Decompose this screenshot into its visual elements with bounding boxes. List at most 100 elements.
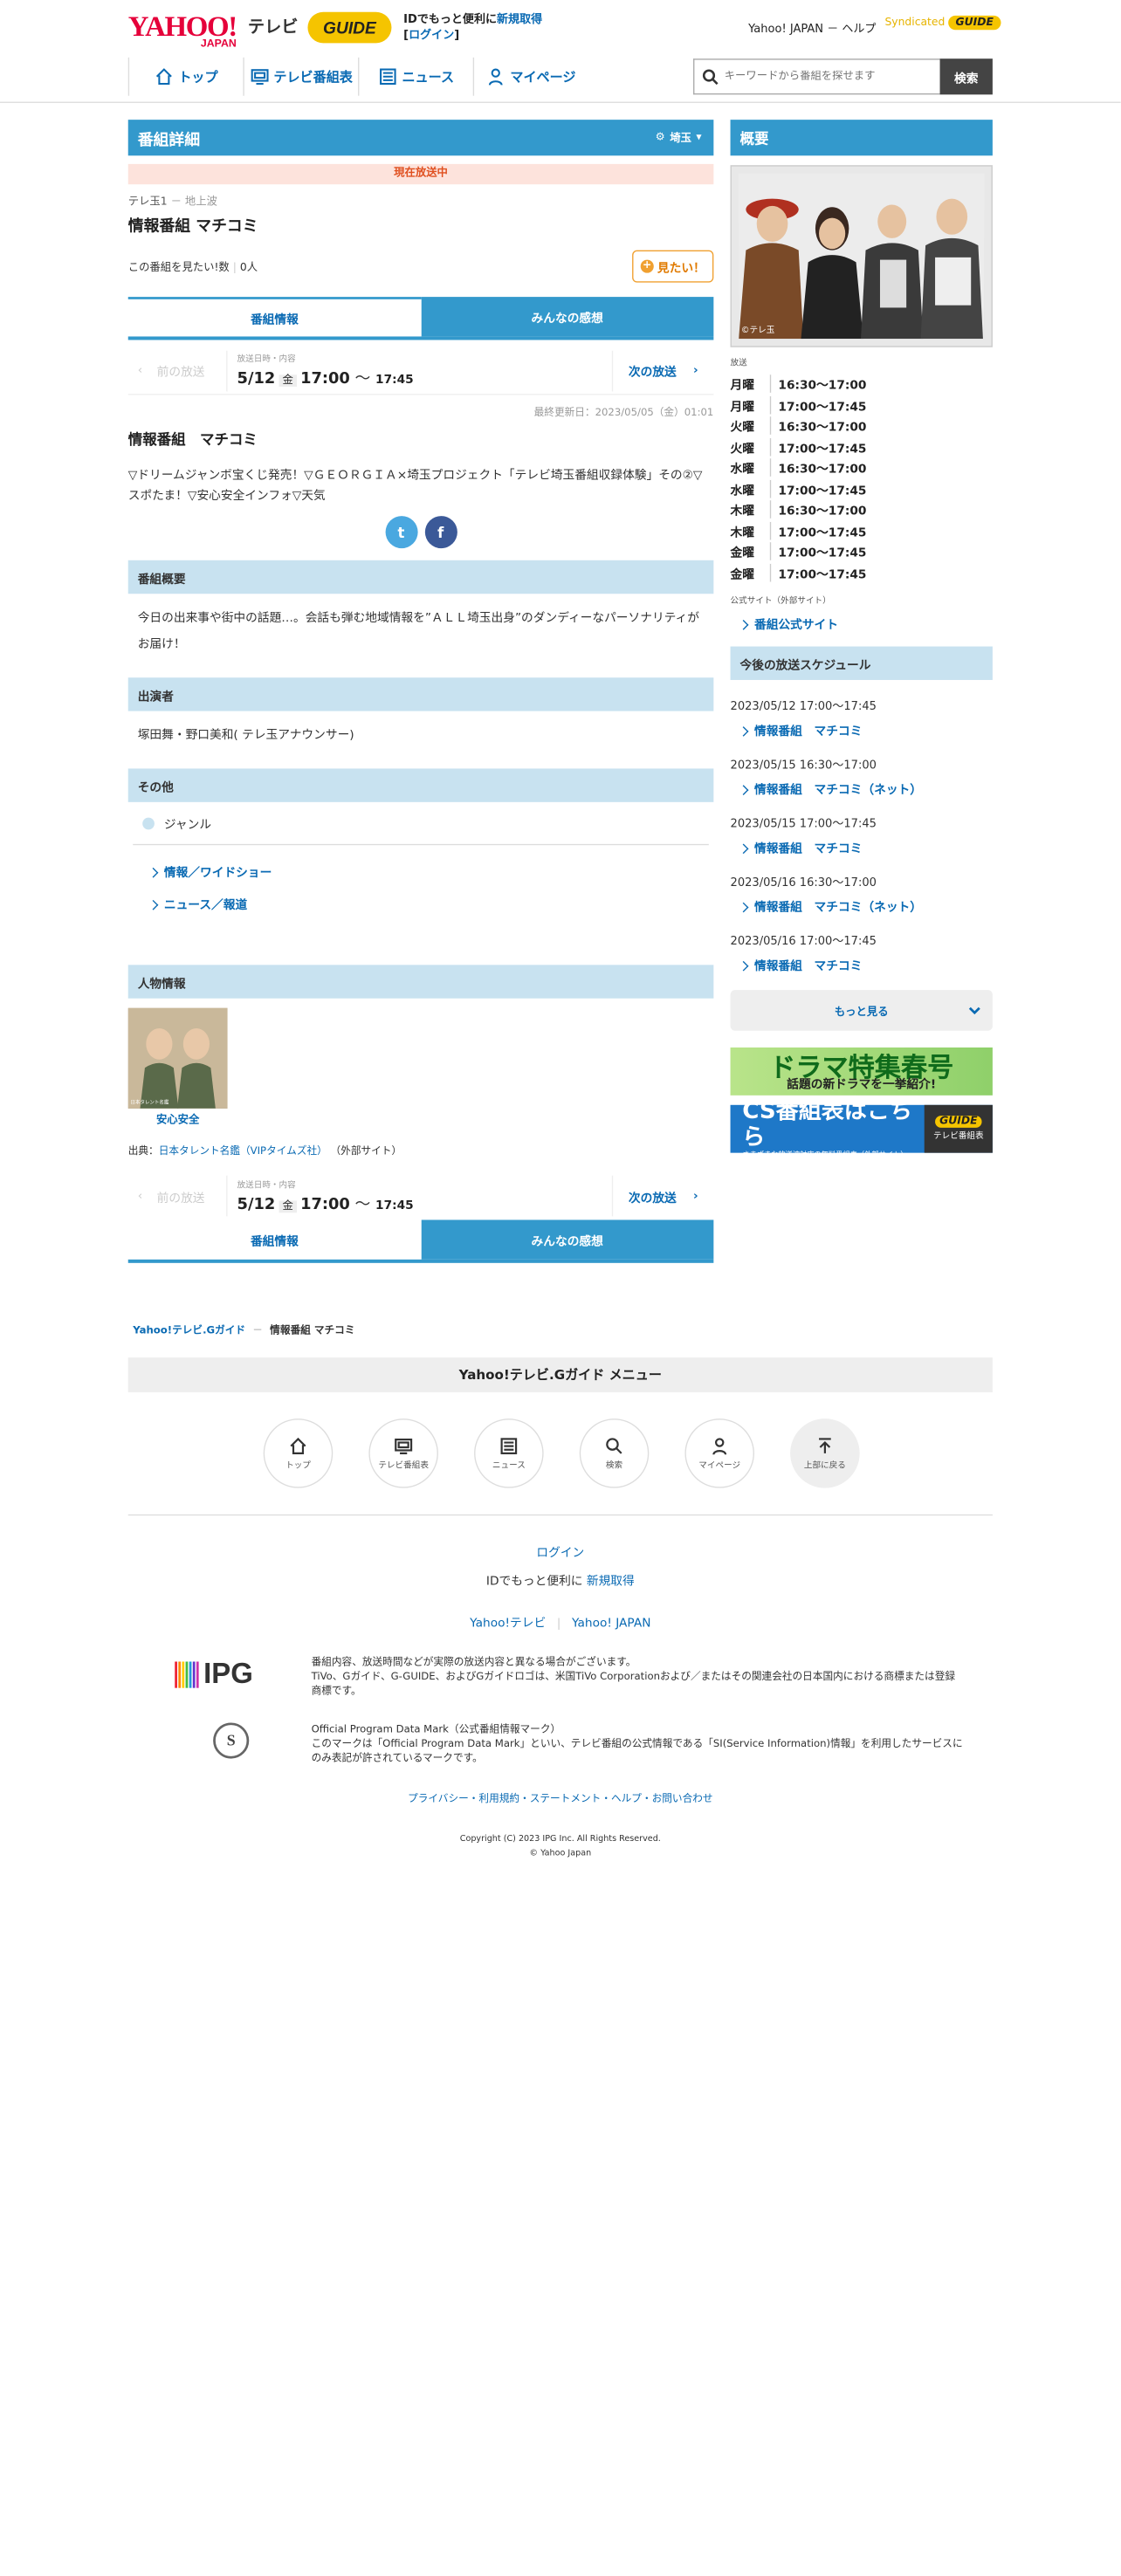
schedule-row: 金曜 17:00～17:45 xyxy=(731,541,993,562)
program-detail-title: 情報番組 マチコミ xyxy=(127,430,258,448)
search-icon xyxy=(702,68,719,85)
share-buttons: t f xyxy=(128,516,714,549)
footer-search[interactable]: 検索 xyxy=(579,1419,650,1488)
person-name[interactable]: 安心安全 xyxy=(128,1111,228,1127)
footer-login-link[interactable]: ログイン xyxy=(536,1547,584,1560)
tv-label[interactable]: テレビ xyxy=(248,14,299,38)
nav-mypage[interactable]: マイページ xyxy=(472,57,588,96)
next-broadcast-bottom[interactable]: 次の放送 › xyxy=(611,1175,714,1217)
cs-banner[interactable]: CS番組表はこちら さまざまな放送波対応の無料番組表（外部サイト） GUIDE テレ… xyxy=(730,1098,993,1159)
tab-program-info[interactable]: 番組情報 xyxy=(127,297,422,337)
schedule-row: 金曜 17:00～17:45 xyxy=(731,562,993,583)
footer-mypage[interactable]: マイページ xyxy=(684,1419,754,1488)
genre-row: ジャンル xyxy=(133,802,709,846)
want-button[interactable]: + 見たい！ xyxy=(632,250,714,283)
broadcast-info-bottom: 放送日時・内容 5/12 金 17:00 〜 17:45 xyxy=(237,1179,414,1213)
footer-site-links: Yahoo!テレビ | Yahoo! JAPAN xyxy=(470,1617,651,1631)
upcoming-list: 2023/05/12 17:00～17:45 情報番組 マチコミ 2023/05/1… xyxy=(731,697,993,973)
footer-notice: 番組内容、放送時間などが実際の放送内容と異なる場合がございます。 TiVo、Gガイ… xyxy=(311,1657,956,1698)
footer-yahoo-japan-link[interactable]: Yahoo! JAPAN xyxy=(572,1618,650,1631)
syndicated-logo: Syndicated GUIDE xyxy=(884,15,1001,31)
genre-link-info[interactable]: 情報／ワイドショー xyxy=(128,855,714,887)
footer-top[interactable]: トップ xyxy=(263,1419,334,1488)
drama-banner[interactable]: ドラマ特集春号 話題の新ドラマを一挙紹介! xyxy=(730,1047,993,1096)
footer-menu-title: Yahoo!テレビ.Gガイド メニュー xyxy=(127,1357,993,1392)
tab-reviews[interactable]: みんなの感想 xyxy=(421,297,714,337)
tabs-top: 番組情報 みんなの感想 xyxy=(127,297,714,340)
schedule-row: 水曜 16:30～17:00 xyxy=(731,457,993,478)
main-nav: トップ テレビ番組表 ニュース マイページ xyxy=(127,57,588,96)
upcoming-item: 2023/05/15 16:30～17:00 情報番組 マチコミ（ネット） xyxy=(731,755,993,797)
breadcrumb: Yahoo!テレビ.Gガイド－情報番組 マチコミ xyxy=(133,1325,355,1337)
program-description: ▽ドリームジャンボ宝くじ発売！▽ＧＥＯＲＧＩＡ×埼玉プロジェクト「テレビ埼玉番組… xyxy=(127,469,703,503)
login-prompt: IDでもっと便利に新規取得 [ログイン] xyxy=(403,13,543,42)
official-site-label: 公式サイト（外部サイト） xyxy=(730,595,831,606)
weekly-schedule: 放送 月曜 16:30～17:00 月曜 17:00～17:45 火曜 16:30～17:… xyxy=(731,357,993,583)
search-input[interactable] xyxy=(724,70,928,83)
section-other: その他 xyxy=(127,768,714,802)
sidebar: 概要 ©テレ玉 放送 月曜 16:30～17:00 月曜 17:00～17:45 火曜 1… xyxy=(730,120,993,1159)
yahoo-logo[interactable]: YAHOO! JAPAN xyxy=(128,12,237,50)
yahoo-japan-link[interactable]: Yahoo! JAPAN xyxy=(748,23,823,36)
footer-policy-links[interactable]: プライバシー・利用規約・ステートメント・ヘルプ・お問い合わせ xyxy=(0,1791,1121,1805)
chevron-down-icon xyxy=(968,1006,980,1015)
more-button[interactable]: もっと見る xyxy=(730,990,993,1031)
gguide-logo[interactable]: GUIDE xyxy=(307,11,392,44)
twitter-icon[interactable]: t xyxy=(384,516,417,549)
upcoming-item: 2023/05/15 17:00～17:45 情報番組 マチコミ xyxy=(731,814,993,856)
home-icon xyxy=(155,68,172,86)
main-content: 番組詳細 ⚙ 埼玉 ▾ 現在放送中 テレ玉1 － 地上波 情報番組 マチコミ この番… xyxy=(127,120,714,1263)
schedule-row: 月曜 16:30～17:00 xyxy=(731,374,993,395)
source-link[interactable]: 日本タレント名鑑（VIPタイムズ社） xyxy=(159,1145,327,1157)
upcoming-bar: 今後の放送スケジュール xyxy=(730,646,993,680)
yahoo-copyright: © Yahoo Japan xyxy=(529,1848,592,1858)
section-people: 人物情報 xyxy=(127,965,714,999)
upcoming-link[interactable]: 情報番組 マチコミ xyxy=(731,838,993,856)
upcoming-link[interactable]: 情報番組 マチコミ（ネット） xyxy=(731,780,993,797)
help-link[interactable]: ヘルプ xyxy=(842,23,876,36)
search-icon xyxy=(606,1437,622,1453)
footer-tv-schedule[interactable]: テレビ番組表 xyxy=(368,1419,438,1488)
tab-reviews-bottom[interactable]: みんなの感想 xyxy=(421,1219,714,1260)
last-updated: 最終更新日：2023/05/05（金）01:01 xyxy=(533,407,714,419)
header: YAHOO! JAPAN テレビ GUIDE IDでもっと便利に新規取得 [ログイン… xyxy=(0,0,1121,103)
signup-link[interactable]: 新規取得 xyxy=(497,13,542,26)
schedule-row: 木曜 17:00～17:45 xyxy=(731,520,993,541)
upcoming-link[interactable]: 情報番組 マチコミ（ネット） xyxy=(731,896,993,915)
search-button[interactable]: 検索 xyxy=(939,58,993,95)
nav-news[interactable]: ニュース xyxy=(358,57,473,96)
upcoming-link[interactable]: 情報番組 マチコミ xyxy=(731,955,993,973)
facebook-icon[interactable]: f xyxy=(424,516,457,549)
schedule-row: 木曜 16:30～17:00 xyxy=(731,499,993,520)
tab-program-info-bottom[interactable]: 番組情報 xyxy=(127,1219,422,1260)
official-site-link[interactable]: 番組公式サイト xyxy=(731,607,993,639)
login-link[interactable]: ログイン xyxy=(409,29,454,42)
prefecture-select[interactable]: ⚙ 埼玉 ▾ xyxy=(656,129,702,145)
tabs-bottom: 番組情報 みんなの感想 xyxy=(127,1219,714,1263)
footer-news[interactable]: ニュース xyxy=(474,1419,544,1488)
dot-icon xyxy=(142,816,155,829)
schedule-row: 火曜 17:00～17:45 xyxy=(731,436,993,457)
upcoming-item: 2023/05/12 17:00～17:45 情報番組 マチコミ xyxy=(731,697,993,738)
section-overview: 番組概要 xyxy=(127,560,714,594)
nav-tv-schedule[interactable]: テレビ番組表 xyxy=(243,57,358,96)
genre-link-news[interactable]: ニュース／報道 xyxy=(128,887,714,919)
news-icon xyxy=(500,1437,518,1454)
next-broadcast[interactable]: 次の放送 › xyxy=(611,350,714,391)
footer-back-to-top[interactable]: 上部に戻る xyxy=(790,1419,860,1488)
section-cast: 出演者 xyxy=(127,677,714,711)
image-credit: ©テレ玉 xyxy=(740,326,775,335)
user-icon xyxy=(489,68,503,86)
breadcrumb-home[interactable]: Yahoo!テレビ.Gガイド xyxy=(133,1325,245,1337)
person-card[interactable]: 日本タレント名鑑 安心安全 xyxy=(127,1007,228,1127)
footer-signup-link[interactable]: 新規取得 xyxy=(587,1576,635,1589)
nav-top[interactable]: トップ xyxy=(127,57,244,96)
schedule-row: 火曜 16:30～17:00 xyxy=(731,416,993,436)
upcoming-item: 2023/05/16 16:30～17:00 情報番組 マチコミ（ネット） xyxy=(731,873,993,915)
program-photo: ©テレ玉 xyxy=(730,165,993,347)
upcoming-link[interactable]: 情報番組 マチコミ xyxy=(731,721,993,738)
footer-yahoo-tv-link[interactable]: Yahoo!テレビ xyxy=(470,1618,546,1631)
cast-text: 塚田舞・野口美和( テレ玉アナウンサー) xyxy=(137,729,354,743)
copyright: Copyright (C) 2023 IPG Inc. All Rights R… xyxy=(459,1833,661,1844)
tv-icon xyxy=(395,1438,413,1454)
